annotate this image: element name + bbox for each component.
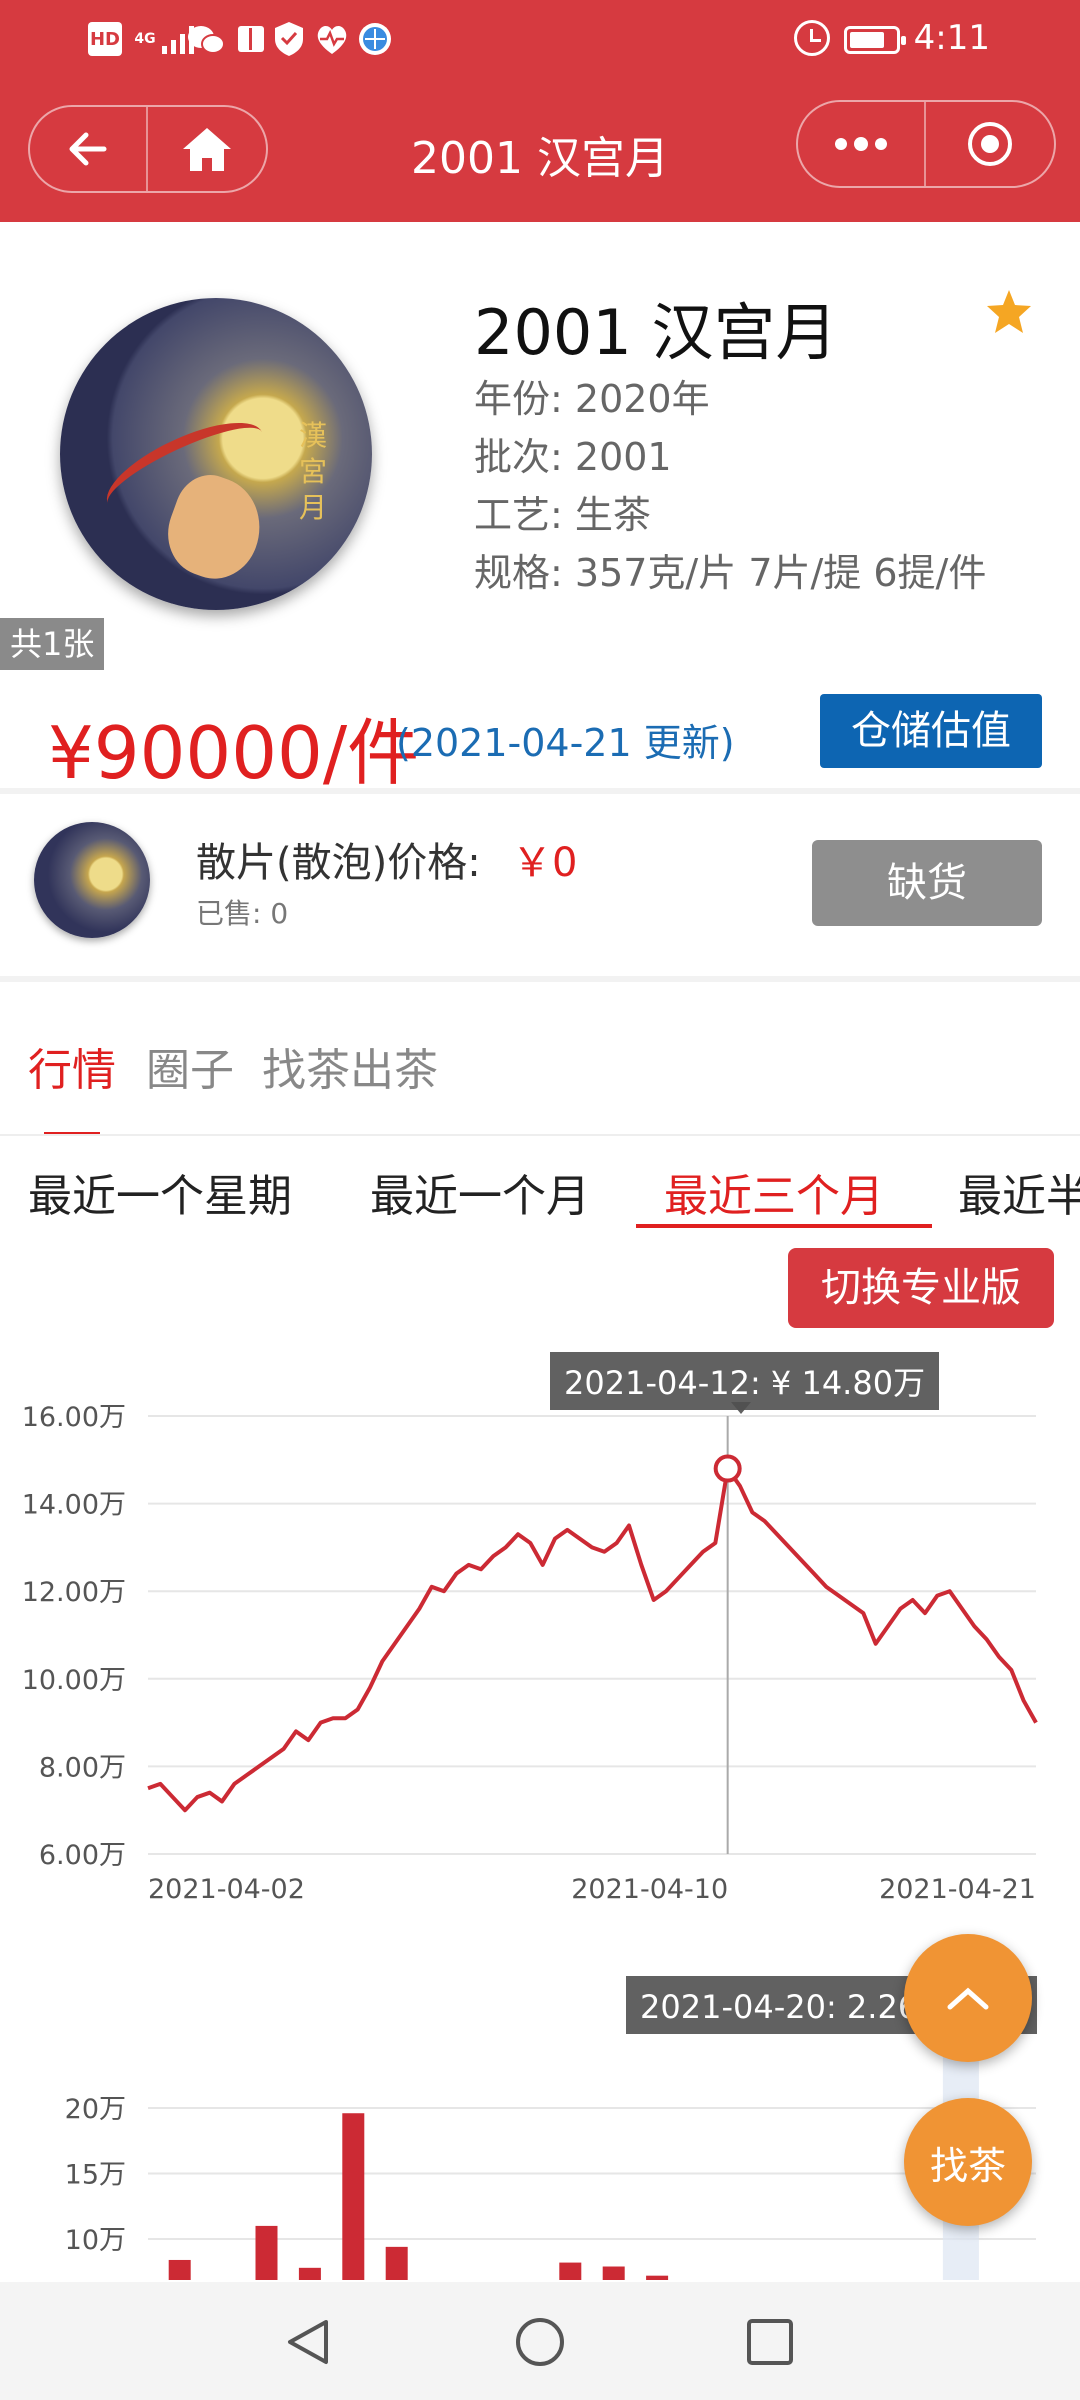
home-button[interactable] bbox=[148, 107, 266, 191]
volume-bar bbox=[559, 2262, 582, 2280]
find-tea-fab[interactable]: 找茶 bbox=[904, 2098, 1032, 2226]
tab-circle[interactable]: 圈子 bbox=[146, 1034, 234, 1098]
range-one-month[interactable]: 最近一个月 bbox=[370, 1160, 590, 1224]
loose-tea-image bbox=[34, 822, 150, 938]
book-icon bbox=[238, 26, 264, 52]
range-one-week[interactable]: 最近一个星期 bbox=[28, 1160, 292, 1224]
price-update-date: (2021-04-21 更新) bbox=[396, 721, 735, 765]
loose-price-label: 散片(散泡)价格: bbox=[196, 840, 481, 886]
nav-capsule-right bbox=[796, 100, 1056, 188]
product-price: ¥90000/件 bbox=[48, 711, 420, 795]
nav-capsule-left bbox=[28, 105, 268, 193]
health-heart-icon bbox=[317, 26, 347, 54]
price-series-line bbox=[147, 1466, 1038, 1813]
y-tick-label: 6.00万 bbox=[39, 1840, 126, 1871]
y-tick-label: 10万 bbox=[65, 2225, 126, 2256]
highlight-point bbox=[713, 1454, 742, 1483]
x-tick-label: 2021-04-02 bbox=[148, 1874, 305, 1905]
tab-market[interactable]: 行情 bbox=[28, 1034, 116, 1098]
status-time: 4:11 bbox=[913, 18, 990, 58]
y-tick-label: 14.00万 bbox=[22, 1490, 126, 1521]
attr-year: 年份: 2020年 bbox=[474, 377, 710, 421]
chevron-up-icon bbox=[947, 1987, 989, 2010]
switch-pro-button[interactable]: 切换专业版 bbox=[788, 1248, 1054, 1328]
product-title: 2001 汉宫月 bbox=[474, 296, 838, 369]
browser-icon bbox=[359, 23, 391, 55]
volume-bar bbox=[255, 2225, 278, 2280]
out-of-stock-button[interactable]: 缺货 bbox=[812, 840, 1042, 926]
y-tick-label: 20万 bbox=[65, 2094, 126, 2125]
volume-bar bbox=[602, 2266, 625, 2280]
image-count-badge: 共1张 bbox=[0, 618, 105, 670]
price-line-chart[interactable]: 6.00万 8.00万 10.00万 12.00万 14.00万 16.00万 2021-0… bbox=[0, 1330, 1080, 1930]
back-triangle-icon[interactable] bbox=[282, 2316, 334, 2368]
image-seal-text: 漢宮月 bbox=[298, 419, 327, 524]
y-tick-label: 15万 bbox=[65, 2160, 126, 2191]
range-half-year[interactable]: 最近半 bbox=[958, 1160, 1080, 1224]
tab-find-tea[interactable]: 找茶出茶 bbox=[262, 1034, 438, 1098]
volume-bar bbox=[646, 2275, 669, 2280]
attr-craft: 工艺: 生茶 bbox=[474, 493, 651, 537]
wechat-icon bbox=[188, 26, 225, 54]
page-title: 2001 汉宫月 bbox=[411, 133, 669, 184]
favorite-star-icon[interactable] bbox=[984, 287, 1034, 337]
price-tooltip-pointer bbox=[731, 1402, 751, 1414]
x-tick-label: 2021-04-10 bbox=[571, 1874, 728, 1905]
system-nav-bar bbox=[0, 2282, 1080, 2400]
volume-bar bbox=[168, 2259, 191, 2280]
attr-batch: 批次: 2001 bbox=[474, 435, 672, 479]
volume-bar bbox=[298, 2267, 321, 2280]
target-circle-icon bbox=[968, 122, 1012, 166]
more-button[interactable] bbox=[798, 102, 926, 186]
range-active-indicator bbox=[636, 1224, 932, 1228]
back-arrow-icon bbox=[69, 132, 107, 166]
product-image[interactable]: 漢宮月 bbox=[60, 298, 372, 610]
volume-bar bbox=[342, 2113, 365, 2280]
network-type-icon: 4G bbox=[134, 31, 156, 47]
loose-sold-count: 已售: 0 bbox=[196, 897, 289, 930]
battery-icon bbox=[844, 26, 906, 54]
y-tick-label: 12.00万 bbox=[22, 1577, 126, 1608]
shield-icon bbox=[275, 22, 303, 56]
y-tick-label: 16.00万 bbox=[22, 1402, 126, 1433]
recents-square-icon[interactable] bbox=[744, 2316, 796, 2368]
back-button[interactable] bbox=[30, 107, 148, 191]
y-tick-label: 10.00万 bbox=[22, 1665, 126, 1696]
app-header: HD 4G 4:11 2001 汉宫月 bbox=[0, 0, 1080, 222]
home-icon bbox=[183, 128, 231, 171]
divider bbox=[0, 1134, 1080, 1136]
loose-price-value: ￥0 bbox=[512, 840, 578, 886]
y-tick-label: 8.00万 bbox=[39, 1752, 126, 1783]
alarm-icon bbox=[794, 20, 830, 56]
range-three-months[interactable]: 最近三个月 bbox=[664, 1160, 884, 1224]
hd-icon: HD bbox=[88, 22, 122, 56]
close-miniprogram-button[interactable] bbox=[926, 102, 1054, 186]
more-dots-icon bbox=[835, 137, 887, 151]
x-tick-label: 2021-04-21 bbox=[879, 1874, 1036, 1905]
divider bbox=[0, 976, 1080, 982]
attr-spec: 规格: 357克/片 7片/提 6提/件 bbox=[474, 551, 987, 595]
storage-valuation-button[interactable]: 仓储估值 bbox=[820, 694, 1042, 768]
scroll-top-button[interactable] bbox=[904, 1934, 1032, 2062]
home-circle-icon[interactable] bbox=[514, 2316, 566, 2368]
divider bbox=[0, 788, 1080, 794]
volume-bar bbox=[385, 2246, 408, 2280]
